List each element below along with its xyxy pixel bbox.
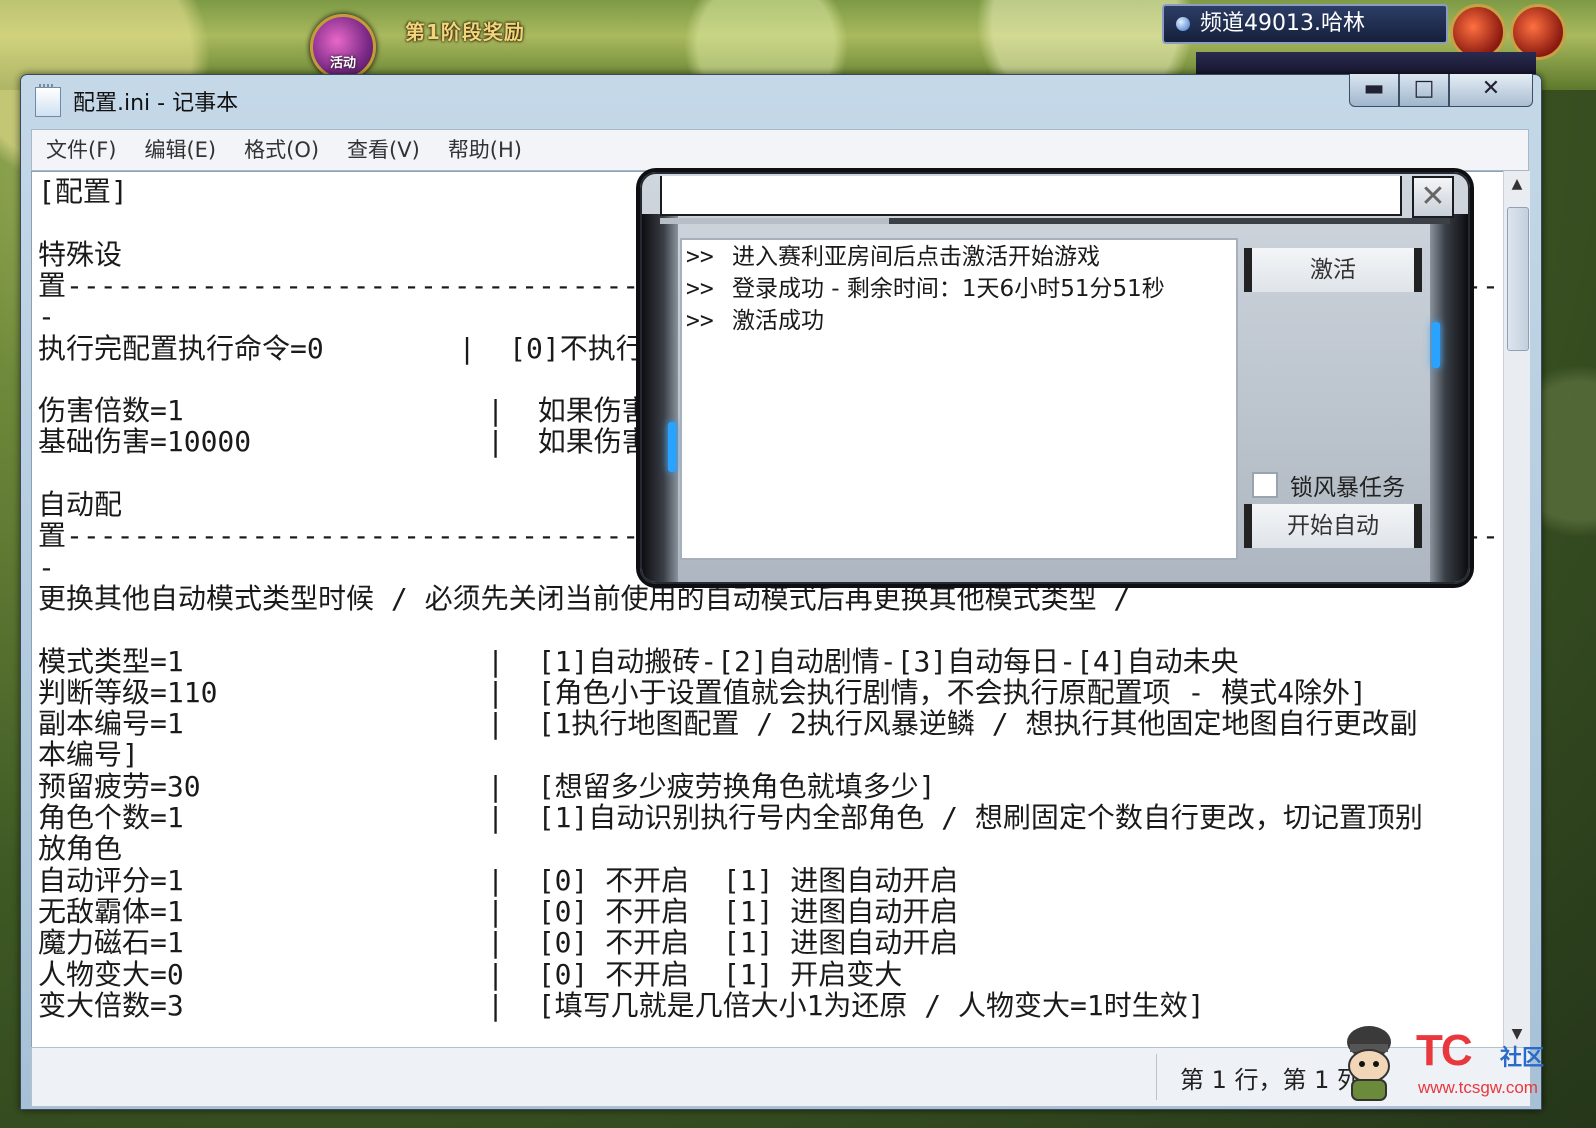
maximize-button[interactable]: □ (1399, 74, 1449, 107)
editor-line: 魔力磁石=1 | [0] 不开启 [1] 进图自动开启 (38, 926, 959, 960)
log-text: 登录成功 - 剩余时间：1天6小时51分51秒 (732, 276, 1165, 302)
menu-format[interactable]: 格式(O) (230, 130, 333, 170)
editor-line: 基础伤害=10000 | 如果伤害高 (38, 425, 678, 459)
helper-panel: ✕ >> 进入赛利亚房间后点击激活开始游戏 >> 登录成功 - 剩余时间：1天6小时… (640, 172, 1470, 584)
editor-line: 特殊设 (38, 237, 123, 271)
status-bar: 第 1 行，第 1 列 (31, 1047, 1531, 1107)
lock-storm-checkbox[interactable] (1252, 472, 1278, 498)
vertical-scrollbar[interactable]: ▲ ▼ (1503, 171, 1530, 1047)
window-title: 配置.ini - 记事本 (73, 91, 239, 116)
menu-edit[interactable]: 编辑(E) (130, 130, 230, 170)
lock-storm-label: 锁风暴任务 (1290, 475, 1405, 501)
editor-line: 变大倍数=3 | [填写几就是几倍大小1为还原 / 人物变大=1时生效] (38, 988, 1205, 1022)
menu-view[interactable]: 查看(V) (333, 130, 434, 170)
log-text: 激活成功 (732, 308, 824, 334)
editor-line: 模式类型=1 | [1]自动搬砖-[2]自动剧情-[3]自动每日-[4]自动未央 (38, 644, 1239, 678)
editor-line: 本编号] (38, 738, 139, 772)
log-box[interactable]: >> 进入赛利亚房间后点击激活开始游戏 >> 登录成功 - 剩余时间：1天6小时51… (680, 238, 1238, 560)
menu-help[interactable]: 帮助(H) (434, 130, 536, 170)
editor-line: 角色个数=1 | [1]自动识别执行号内全部角色 / 想刷固定个数自行更改，切记… (38, 801, 1423, 834)
log-prefix: >> (686, 308, 714, 334)
panel-right-light (1432, 322, 1440, 368)
notepad-icon (35, 84, 61, 117)
editor-line: 人物变大=0 | [0] 不开启 [1] 开启变大 (38, 957, 903, 991)
mascot-icon (1347, 1026, 1391, 1101)
editor-line: 更换其他自动模式类型时候 / 必须先关闭当前使用的自动模式后再更换其他模式类型 … (38, 581, 1131, 615)
editor-line: 判断等级=110 | [角色小于设置值就会执行剧情，不会执行原配置项 - 模式4… (38, 675, 1367, 709)
window-controls: ▬ □ ✕ (1349, 74, 1533, 108)
minimize-button[interactable]: ▬ (1349, 74, 1399, 107)
watermark-club: 社区 (1500, 1046, 1545, 1071)
start-auto-button[interactable]: 开始自动 (1244, 504, 1422, 548)
channel-text: 频道49013.哈林 (1200, 11, 1365, 36)
watermark-url: www.tcsgw.com (1418, 1078, 1538, 1097)
log-line: >> 激活成功 (686, 306, 824, 336)
tc-watermark: TC 社区 www.tcsgw.com (1322, 1016, 1566, 1116)
log-line: >> 进入赛利亚房间后点击激活开始游戏 (686, 242, 1100, 272)
close-button[interactable]: ✕ (1449, 74, 1533, 107)
scroll-up-icon[interactable]: ▲ (1504, 171, 1530, 197)
log-prefix: >> (686, 276, 714, 302)
scroll-thumb[interactable] (1507, 207, 1529, 351)
editor-line: 自动配 (38, 488, 123, 521)
panel-close-button[interactable]: ✕ (1412, 176, 1454, 218)
editor-line: [配置] (38, 175, 128, 208)
activate-button[interactable]: 激活 (1244, 248, 1422, 292)
panel-left-light (668, 422, 676, 472)
editor-line: 执行完配置执行命令=0 | [0]不执行 (38, 331, 644, 365)
panel-right-frame (1430, 214, 1468, 582)
log-text: 进入赛利亚房间后点击激活开始游戏 (732, 244, 1100, 270)
menu-file[interactable]: 文件(F) (32, 130, 130, 170)
panel-title-field[interactable] (660, 176, 1402, 216)
log-prefix: >> (686, 244, 714, 270)
event-icon-label: 活动 (330, 56, 357, 71)
channel-dot-icon (1176, 17, 1190, 31)
editor-line: - (38, 300, 55, 334)
lock-storm-option[interactable]: 锁风暴任务 (1252, 468, 1405, 502)
watermark-brand: TC (1416, 1026, 1473, 1075)
editor-line: 无敌霸体=1 | [0] 不开启 [1] 进图自动开启 (38, 894, 959, 928)
menu-bar: 文件(F) 编辑(E) 格式(O) 查看(V) 帮助(H) (31, 129, 1529, 171)
editor-line: - (38, 550, 55, 584)
editor-line: 自动评分=1 | [0] 不开启 [1] 进图自动开启 (38, 863, 959, 897)
channel-indicator[interactable]: 频道49013.哈林 (1162, 4, 1448, 44)
editor-line: 预留疲劳=30 | [想留多少疲劳换角色就填多少] (38, 769, 936, 803)
status-separator (1156, 1054, 1157, 1100)
panel-progress-fill (660, 218, 890, 224)
log-line: >> 登录成功 - 剩余时间：1天6小时51分51秒 (686, 274, 1165, 304)
panel-left-frame (642, 214, 678, 582)
editor-line: 放角色 (38, 832, 123, 866)
editor-line: 副本编号=1 | [1执行地图配置 / 2执行风暴逆鳞 / 想执行其他固定地图自… (38, 707, 1418, 741)
stage-reward-label[interactable]: 第1阶段奖励 (405, 16, 525, 45)
panel-progress-bar (660, 218, 1450, 224)
editor-line: 伤害倍数=1 | 如果伤害倍 (38, 394, 678, 428)
